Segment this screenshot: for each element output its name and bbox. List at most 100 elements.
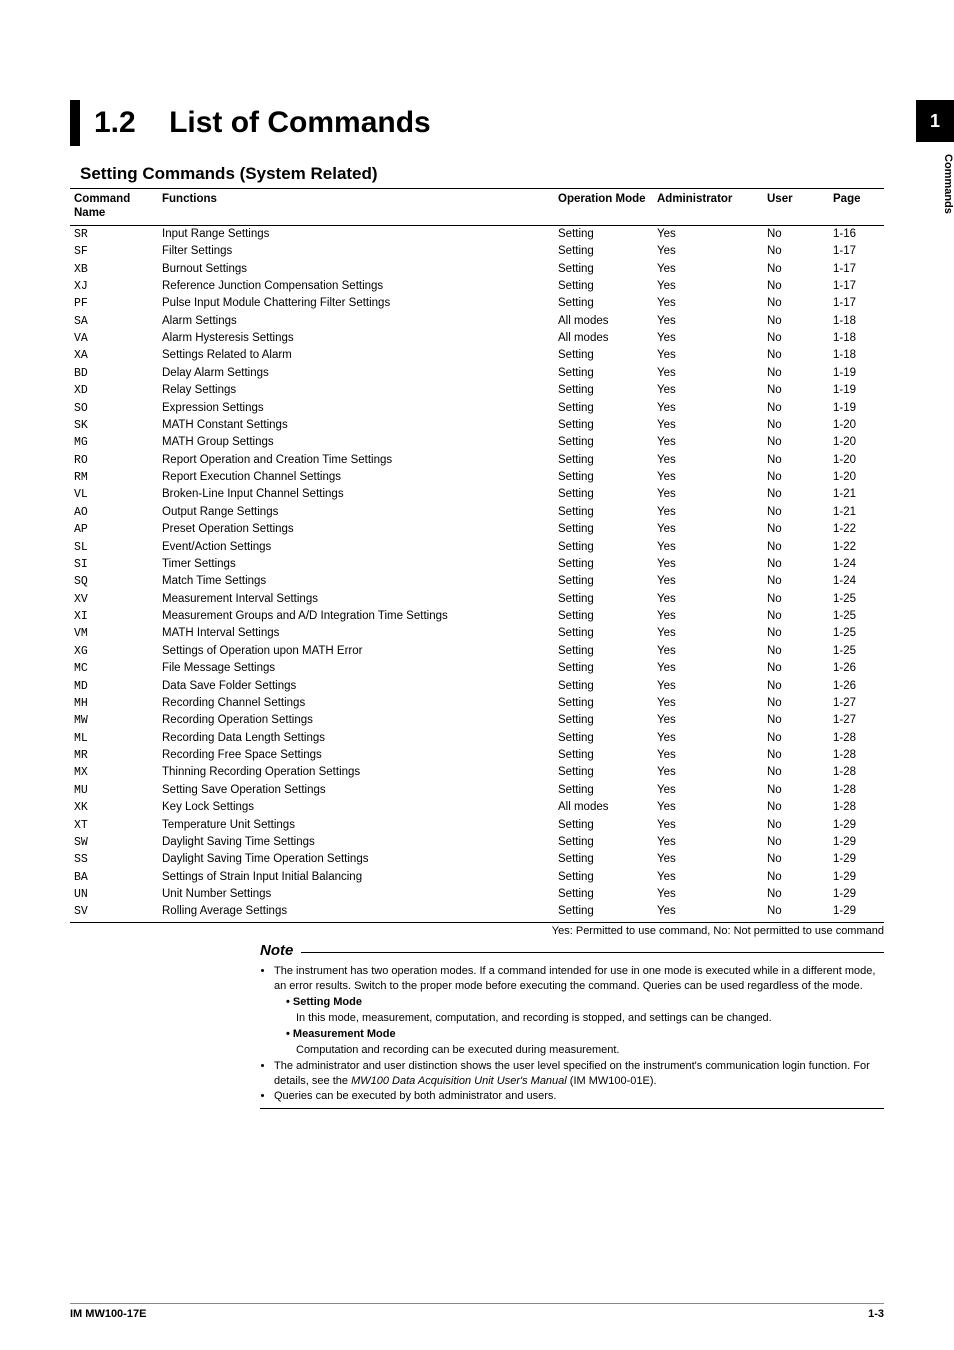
cell-user: No	[763, 903, 829, 923]
cell-admin: Yes	[653, 469, 763, 486]
cell-opmode: All modes	[554, 330, 653, 347]
cell-admin: Yes	[653, 521, 763, 538]
cell-func: Key Lock Settings	[158, 799, 554, 816]
cell-cmd: SA	[70, 312, 158, 329]
cell-user: No	[763, 868, 829, 885]
cell-page: 1-28	[829, 782, 884, 799]
cell-user: No	[763, 347, 829, 364]
table-row: MHRecording Channel SettingsSettingYesNo…	[70, 695, 884, 712]
note-mode-2-title: • Measurement Mode	[286, 1028, 396, 1040]
cell-page: 1-22	[829, 538, 884, 555]
table-row: SAAlarm SettingsAll modesYesNo1-18	[70, 312, 884, 329]
cell-func: Measurement Interval Settings	[158, 590, 554, 607]
cell-admin: Yes	[653, 486, 763, 503]
note-mode-1-desc: In this mode, measurement, computation, …	[286, 1011, 884, 1026]
cell-page: 1-25	[829, 590, 884, 607]
cell-page: 1-29	[829, 816, 884, 833]
cell-func: Recording Data Length Settings	[158, 729, 554, 746]
cell-cmd: RM	[70, 469, 158, 486]
cell-user: No	[763, 660, 829, 677]
table-row: BASettings of Strain Input Initial Balan…	[70, 868, 884, 885]
cell-func: Rolling Average Settings	[158, 903, 554, 923]
cell-cmd: SV	[70, 903, 158, 923]
cell-cmd: VA	[70, 330, 158, 347]
cell-page: 1-25	[829, 625, 884, 642]
cell-func: Temperature Unit Settings	[158, 816, 554, 833]
cell-func: Report Execution Channel Settings	[158, 469, 554, 486]
cell-opmode: Setting	[554, 556, 653, 573]
cell-user: No	[763, 764, 829, 781]
cell-func: Daylight Saving Time Settings	[158, 834, 554, 851]
table-row: XBBurnout SettingsSettingYesNo1-17	[70, 260, 884, 277]
cell-user: No	[763, 851, 829, 868]
subheading: Setting Commands (System Related)	[80, 164, 884, 184]
table-legend: Yes: Permitted to use command, No: Not p…	[70, 925, 884, 937]
cell-page: 1-24	[829, 573, 884, 590]
cell-admin: Yes	[653, 225, 763, 243]
table-row: VLBroken-Line Input Channel SettingsSett…	[70, 486, 884, 503]
cell-func: Expression Settings	[158, 399, 554, 416]
cell-cmd: BA	[70, 868, 158, 885]
th-command: Command Name	[70, 189, 158, 226]
note-item-2-italic: MW100 Data Acquisition Unit User's Manua…	[351, 1075, 567, 1087]
cell-user: No	[763, 225, 829, 243]
cell-opmode: Setting	[554, 886, 653, 903]
cell-page: 1-24	[829, 556, 884, 573]
cell-func: Alarm Hysteresis Settings	[158, 330, 554, 347]
cell-user: No	[763, 365, 829, 382]
cell-cmd: SW	[70, 834, 158, 851]
cell-cmd: XV	[70, 590, 158, 607]
cell-admin: Yes	[653, 695, 763, 712]
cell-func: Recording Free Space Settings	[158, 747, 554, 764]
cell-page: 1-20	[829, 451, 884, 468]
table-row: MWRecording Operation SettingsSettingYes…	[70, 712, 884, 729]
cell-admin: Yes	[653, 295, 763, 312]
cell-opmode: Setting	[554, 729, 653, 746]
cell-cmd: MC	[70, 660, 158, 677]
cell-admin: Yes	[653, 278, 763, 295]
cell-page: 1-25	[829, 608, 884, 625]
cell-admin: Yes	[653, 504, 763, 521]
cell-admin: Yes	[653, 677, 763, 694]
table-row: SKMATH Constant SettingsSettingYesNo1-20	[70, 417, 884, 434]
table-row: SWDaylight Saving Time SettingsSettingYe…	[70, 834, 884, 851]
th-admin: Administrator	[653, 189, 763, 226]
cell-page: 1-16	[829, 225, 884, 243]
table-row: SQMatch Time SettingsSettingYesNo1-24	[70, 573, 884, 590]
th-page: Page	[829, 189, 884, 226]
cell-admin: Yes	[653, 243, 763, 260]
cell-opmode: Setting	[554, 695, 653, 712]
table-row: BDDelay Alarm SettingsSettingYesNo1-19	[70, 365, 884, 382]
table-row: SOExpression SettingsSettingYesNo1-19	[70, 399, 884, 416]
table-row: SRInput Range SettingsSettingYesNo1-16	[70, 225, 884, 243]
cell-opmode: Setting	[554, 590, 653, 607]
cell-func: Delay Alarm Settings	[158, 365, 554, 382]
cell-opmode: Setting	[554, 486, 653, 503]
cell-opmode: Setting	[554, 712, 653, 729]
cell-func: Relay Settings	[158, 382, 554, 399]
table-row: MGMATH Group SettingsSettingYesNo1-20	[70, 434, 884, 451]
cell-user: No	[763, 451, 829, 468]
cell-opmode: Setting	[554, 868, 653, 885]
table-row: MCFile Message SettingsSettingYesNo1-26	[70, 660, 884, 677]
cell-func: Setting Save Operation Settings	[158, 782, 554, 799]
cell-user: No	[763, 278, 829, 295]
note-mode-2-desc: Computation and recording can be execute…	[286, 1043, 884, 1058]
cell-admin: Yes	[653, 799, 763, 816]
cell-func: Unit Number Settings	[158, 886, 554, 903]
cell-page: 1-22	[829, 521, 884, 538]
cell-user: No	[763, 312, 829, 329]
table-row: ROReport Operation and Creation Time Set…	[70, 451, 884, 468]
cell-func: Timer Settings	[158, 556, 554, 573]
cell-page: 1-18	[829, 312, 884, 329]
cell-opmode: Setting	[554, 782, 653, 799]
cell-opmode: Setting	[554, 504, 653, 521]
cell-user: No	[763, 399, 829, 416]
table-row: AOOutput Range SettingsSettingYesNo1-21	[70, 504, 884, 521]
section-title-row: 1.2 List of Commands	[70, 100, 884, 146]
cell-admin: Yes	[653, 399, 763, 416]
cell-page: 1-20	[829, 469, 884, 486]
cell-func: Settings Related to Alarm	[158, 347, 554, 364]
cell-user: No	[763, 886, 829, 903]
cell-opmode: Setting	[554, 295, 653, 312]
